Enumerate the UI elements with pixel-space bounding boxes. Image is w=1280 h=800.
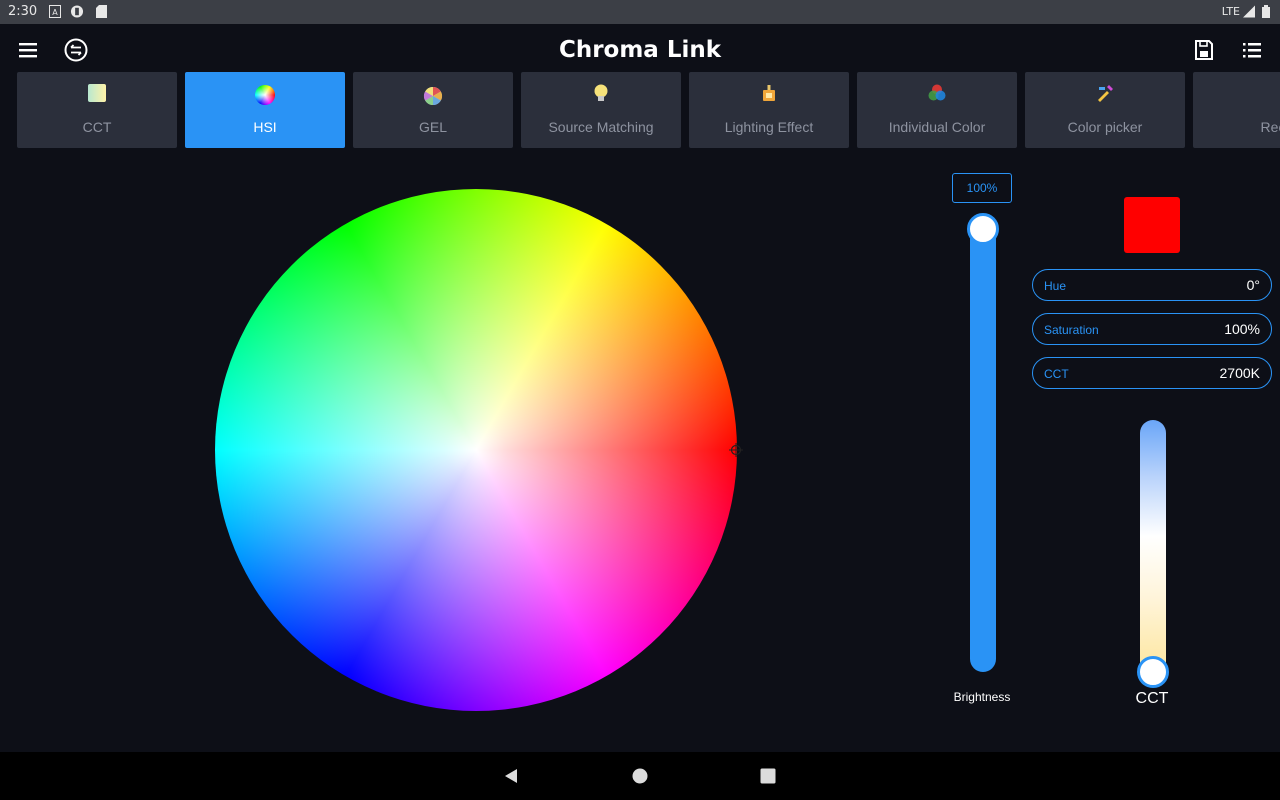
tab-label: CCT	[82, 119, 112, 135]
tab-label: Rec	[1260, 119, 1280, 135]
tab-label: Individual Color	[888, 119, 986, 135]
cct-field[interactable]: CCT 2700K	[1032, 357, 1272, 389]
wheel-crosshair-icon[interactable]	[729, 443, 743, 457]
saturation-label: Saturation	[1044, 323, 1099, 337]
lamp-icon	[763, 85, 775, 101]
cct-slider-thumb[interactable]	[1137, 656, 1169, 688]
cct-slider-label: CCT	[1135, 690, 1169, 707]
brightness-label: Brightness	[953, 690, 1011, 704]
recents-icon[interactable]	[760, 768, 776, 784]
list-icon[interactable]	[1240, 38, 1264, 62]
tab-gel[interactable]: GEL	[353, 72, 513, 148]
tab-source-matching[interactable]: Source Matching	[521, 72, 681, 148]
cct-slider[interactable]	[1140, 420, 1166, 678]
status-time: 2:30	[8, 4, 38, 19]
tab-hsi[interactable]: HSI	[185, 72, 345, 148]
cct-field-label: CCT	[1044, 367, 1069, 381]
notification-app-icon	[70, 5, 84, 18]
tab-rec[interactable]: Rec	[1193, 72, 1280, 148]
tab-color-picker[interactable]: Color picker	[1025, 72, 1185, 148]
saturation-value[interactable]: 100%	[1224, 321, 1260, 337]
tab-label: Lighting Effect	[724, 119, 814, 135]
tab-label: HSI	[253, 119, 277, 135]
hue-value[interactable]: 0°	[1247, 277, 1260, 293]
rgb-circles-icon	[928, 84, 946, 101]
notification-a-icon: A	[49, 5, 61, 18]
brightness-slider-thumb[interactable]	[967, 213, 999, 245]
brightness-slider[interactable]	[970, 222, 996, 672]
signal-icon	[1243, 5, 1255, 18]
color-preview-swatch	[1124, 197, 1180, 253]
svg-text:A: A	[52, 8, 58, 17]
color-picker-icon	[1098, 85, 1113, 102]
cct-swatch-icon	[88, 84, 106, 102]
hue-field[interactable]: Hue 0°	[1032, 269, 1272, 301]
tab-label: GEL	[418, 119, 447, 135]
tab-individual-color[interactable]: Individual Color	[857, 72, 1017, 148]
back-icon[interactable]	[503, 768, 519, 784]
saturation-field[interactable]: Saturation 100%	[1032, 313, 1272, 345]
tab-lighting-effect[interactable]: Lighting Effect	[689, 72, 849, 148]
app-title: Chroma Link	[558, 37, 722, 63]
color-wheel-icon	[255, 85, 275, 105]
brightness-value[interactable]: 100%	[952, 173, 1012, 203]
tab-label: Source Matching	[548, 119, 654, 135]
home-icon[interactable]	[632, 768, 648, 784]
gel-fan-icon	[423, 87, 443, 105]
sd-card-icon	[96, 5, 107, 18]
status-bar: 2:30 A LTE	[0, 0, 1280, 24]
save-icon[interactable]	[1192, 38, 1216, 62]
battery-icon	[1262, 5, 1270, 18]
color-wheel[interactable]	[215, 189, 737, 711]
mode-tabs: CCT HSI GEL Source Matching Lighting Eff…	[17, 72, 1280, 148]
tab-label: Color picker	[1067, 119, 1143, 135]
system-nav-bar	[0, 752, 1280, 800]
network-label: LTE	[1221, 5, 1240, 18]
app-bar: Chroma Link	[0, 24, 1280, 72]
lightbulb-icon	[594, 84, 608, 101]
tab-cct[interactable]: CCT	[17, 72, 177, 148]
hue-label: Hue	[1044, 279, 1067, 293]
cct-field-value[interactable]: 2700K	[1220, 365, 1260, 381]
